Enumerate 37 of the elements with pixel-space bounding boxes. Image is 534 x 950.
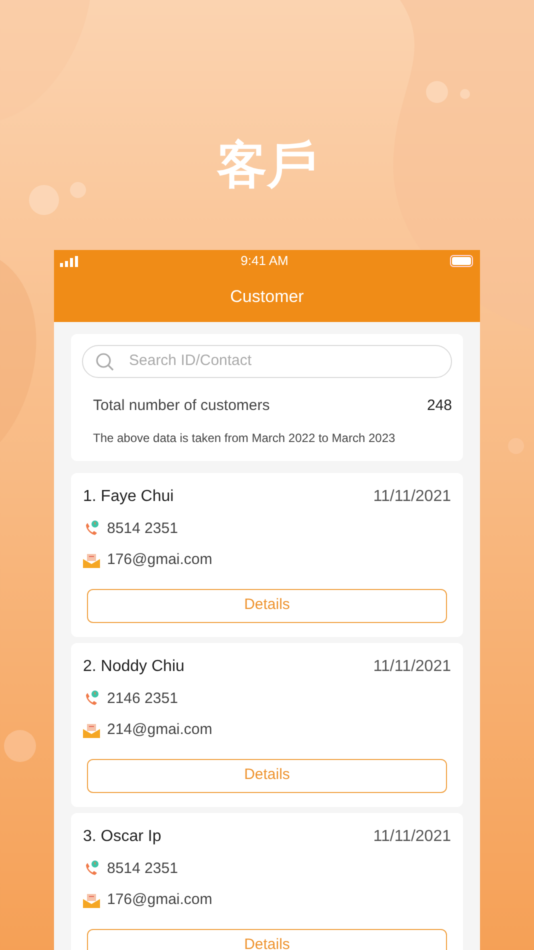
bubble [426,81,448,103]
phone-number: 8514 2351 [107,858,178,878]
details-button[interactable]: Details [87,928,447,950]
search-icon [95,352,115,372]
customer-date: 11/11/2021 [373,826,451,846]
customer-name: 2. Noddy Chiu [83,656,184,676]
email-address: 214@gmai.com [107,720,212,740]
email-address: 176@gmai.com [107,550,212,570]
customer-date: 11/11/2021 [373,656,451,676]
details-button[interactable]: Details [87,758,447,792]
status-time: 9:41 AM [240,252,288,270]
phone-number: 8514 2351 [107,518,178,538]
bubble [70,182,86,198]
total-value: 248 [426,396,452,416]
data-range-note: The above data is taken from March 2022 to March 2023 [92,430,396,446]
customer-date: 11/11/2021 [373,486,451,506]
phone-icon [83,520,100,538]
page-title: 客戶 [217,136,317,195]
search-bar[interactable]: Search ID/Contact [82,345,452,378]
mail-icon [83,722,100,738]
phone-number: 2146 2351 [107,688,178,708]
search-field[interactable]: Search ID/Contact [129,350,439,373]
battery-icon [450,255,474,267]
customer-name: 3. Oscar Ip [83,826,162,846]
bubble [460,89,470,99]
mail-icon [83,552,100,568]
bubble [29,185,59,215]
phone-icon [83,860,100,878]
phone-icon [83,690,100,708]
mail-icon [83,892,100,908]
details-button[interactable]: Details [87,588,447,622]
header-title: Customer [230,286,304,308]
total-label: Total number of customers [93,396,270,416]
email-address: 176@gmai.com [107,890,212,910]
signal-icon [60,256,79,266]
customer-name: 1. Faye Chui [83,486,174,506]
bubble [4,730,36,762]
